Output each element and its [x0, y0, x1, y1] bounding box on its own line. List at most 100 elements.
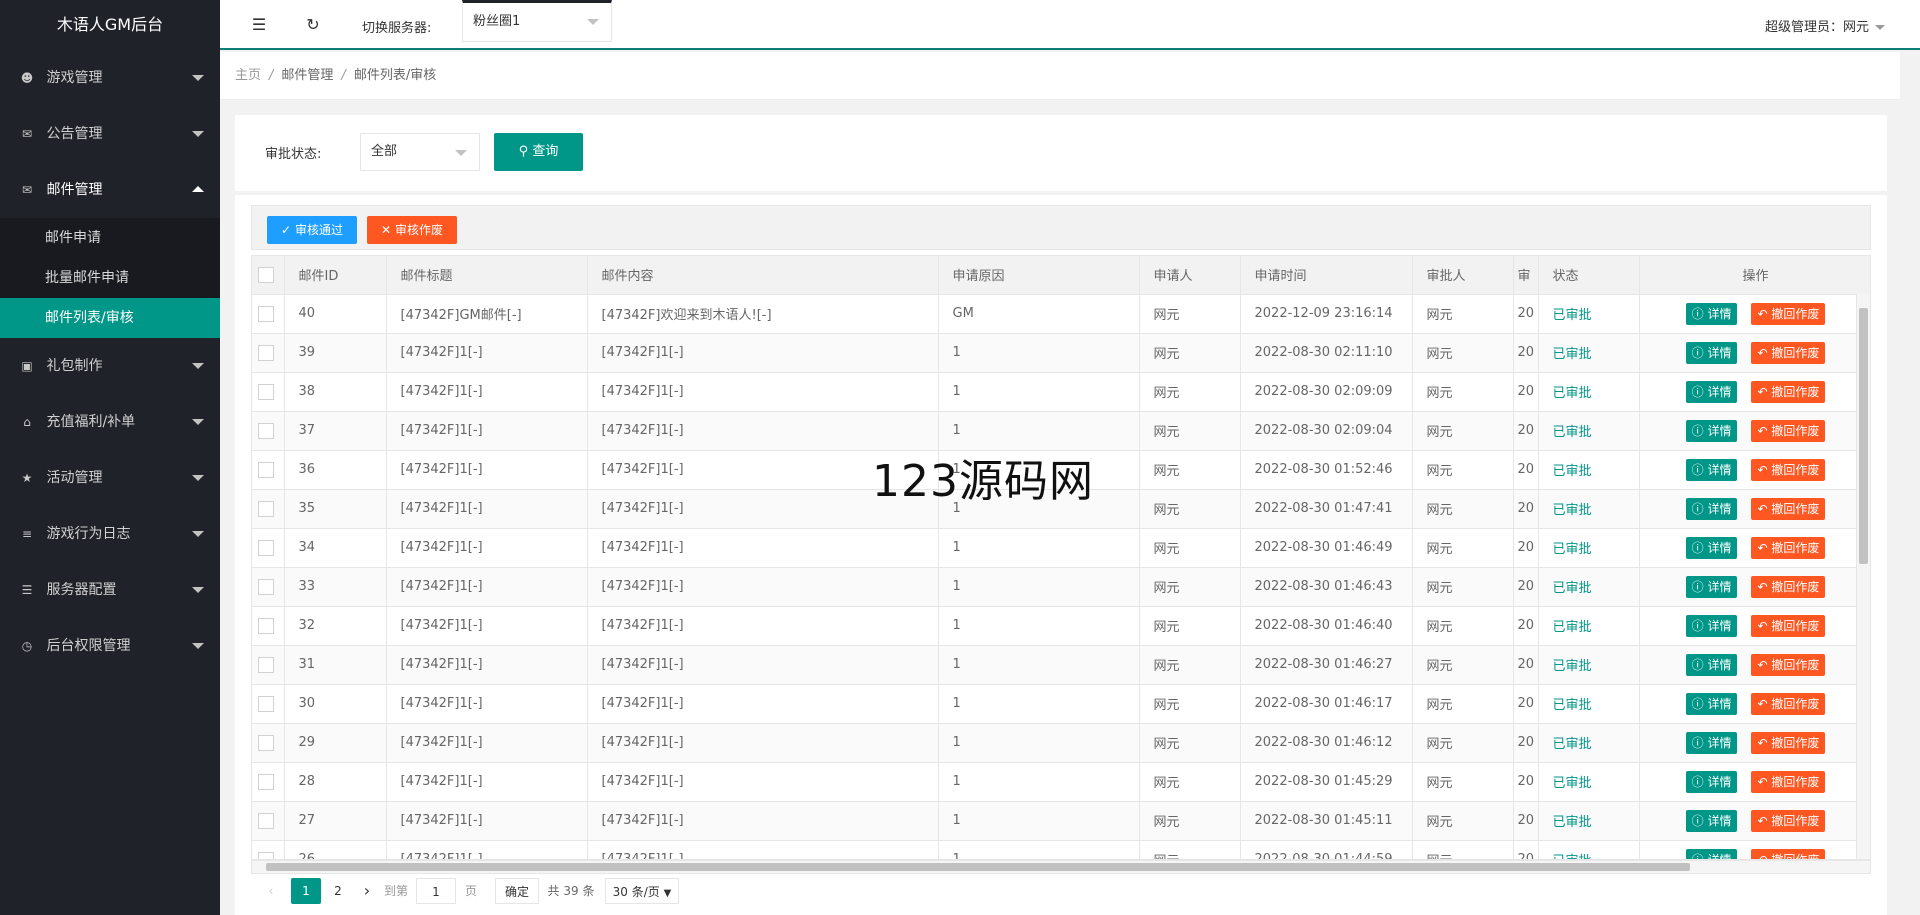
- sidebar-item-permission[interactable]: ◷ 后台权限管理: [0, 618, 220, 674]
- detail-button[interactable]: ⓘ 详情: [1685, 575, 1738, 598]
- prev-page-icon[interactable]: ‹: [261, 878, 281, 904]
- row-checkbox-cell[interactable]: [252, 450, 285, 490]
- undo-void-button[interactable]: ↶ 撤回作废: [1751, 653, 1826, 676]
- detail-button[interactable]: ⓘ 详情: [1685, 614, 1738, 637]
- horizontal-scroll-thumb[interactable]: [266, 863, 1690, 871]
- breadcrumb-home[interactable]: 主页: [235, 68, 261, 83]
- table-row[interactable]: 38 [47342F]1[-] [47342F]1[-] 1 网元 2022-08-30 …: [252, 372, 1870, 412]
- column-header-approver[interactable]: 审批人: [1412, 256, 1514, 295]
- row-checkbox[interactable]: [258, 305, 274, 322]
- row-checkbox[interactable]: [258, 500, 274, 517]
- row-checkbox[interactable]: [258, 656, 274, 673]
- column-header-status[interactable]: 状态: [1538, 256, 1640, 295]
- row-checkbox-cell[interactable]: [252, 411, 285, 451]
- row-checkbox[interactable]: [258, 773, 274, 790]
- undo-void-button[interactable]: ↶ 撤回作废: [1751, 809, 1826, 832]
- approval-status-select[interactable]: 全部: [360, 133, 480, 171]
- undo-void-button[interactable]: ↶ 撤回作废: [1751, 614, 1826, 637]
- table-row[interactable]: 39 [47342F]1[-] [47342F]1[-] 1 网元 2022-08-30 …: [252, 333, 1870, 373]
- row-checkbox[interactable]: [258, 461, 274, 478]
- horizontal-scrollbar[interactable]: [251, 860, 1871, 874]
- undo-void-button[interactable]: ↶ 撤回作废: [1751, 692, 1826, 715]
- select-all-checkbox-cell[interactable]: [252, 256, 285, 295]
- row-checkbox[interactable]: [258, 851, 274, 859]
- detail-button[interactable]: ⓘ 详情: [1685, 497, 1738, 520]
- undo-void-button[interactable]: ↶ 撤回作废: [1751, 536, 1826, 559]
- undo-void-button[interactable]: ↶ 撤回作废: [1751, 302, 1826, 325]
- sidebar-subitem-mail-list[interactable]: 邮件列表/审核: [0, 298, 220, 338]
- table-row[interactable]: 32 [47342F]1[-] [47342F]1[-] 1 网元 2022-08-30 …: [252, 606, 1870, 646]
- row-checkbox-cell[interactable]: [252, 528, 285, 568]
- sidebar-item-behavior-log[interactable]: ≡ 游戏行为日志: [0, 506, 220, 562]
- detail-button[interactable]: ⓘ 详情: [1685, 692, 1738, 715]
- page-2-button[interactable]: 2: [323, 878, 353, 904]
- row-checkbox-cell[interactable]: [252, 840, 285, 859]
- table-row[interactable]: 31 [47342F]1[-] [47342F]1[-] 1 网元 2022-08-30 …: [252, 645, 1870, 685]
- undo-void-button[interactable]: ↶ 撤回作废: [1751, 497, 1826, 520]
- column-header-truncated[interactable]: 审: [1513, 256, 1539, 295]
- page-1-button[interactable]: 1: [291, 878, 321, 904]
- undo-void-button[interactable]: ↶ 撤回作废: [1751, 848, 1826, 859]
- column-header-apply-time[interactable]: 申请时间: [1240, 256, 1413, 295]
- table-row[interactable]: 40 [47342F]GM邮件[-] [47342F]欢迎来到木语人![-] GM 网元…: [252, 294, 1870, 334]
- row-checkbox[interactable]: [258, 578, 274, 595]
- page-size-select[interactable]: 30 条/页 ▼: [605, 878, 679, 904]
- detail-button[interactable]: ⓘ 详情: [1685, 653, 1738, 676]
- detail-button[interactable]: ⓘ 详情: [1685, 731, 1738, 754]
- detail-button[interactable]: ⓘ 详情: [1685, 770, 1738, 793]
- row-checkbox-cell[interactable]: [252, 723, 285, 763]
- detail-button[interactable]: ⓘ 详情: [1685, 848, 1738, 859]
- row-checkbox-cell[interactable]: [252, 333, 285, 373]
- column-header-id[interactable]: 邮件ID: [284, 256, 387, 295]
- undo-void-button[interactable]: ↶ 撤回作废: [1751, 770, 1826, 793]
- row-checkbox[interactable]: [258, 617, 274, 634]
- approve-button[interactable]: ✓ 审核通过: [267, 216, 357, 244]
- sidebar-item-gift[interactable]: ▣ 礼包制作: [0, 338, 220, 394]
- admin-user-menu[interactable]: 超级管理员：网元: [1765, 16, 1885, 35]
- sidebar-item-server-config[interactable]: ☰ 服务器配置: [0, 562, 220, 618]
- column-header-applicant[interactable]: 申请人: [1139, 256, 1241, 295]
- vertical-scrollbar[interactable]: [1856, 294, 1870, 859]
- row-checkbox-cell[interactable]: [252, 294, 285, 334]
- detail-button[interactable]: ⓘ 详情: [1685, 536, 1738, 559]
- server-select[interactable]: 粉丝圈1: [462, 0, 612, 42]
- table-row[interactable]: 28 [47342F]1[-] [47342F]1[-] 1 网元 2022-08-30 …: [252, 762, 1870, 802]
- table-row[interactable]: 34 [47342F]1[-] [47342F]1[-] 1 网元 2022-08-30 …: [252, 528, 1870, 568]
- goto-page-input[interactable]: 1: [416, 878, 456, 904]
- row-checkbox-cell[interactable]: [252, 762, 285, 802]
- detail-button[interactable]: ⓘ 详情: [1685, 809, 1738, 832]
- undo-void-button[interactable]: ↶ 撤回作废: [1751, 731, 1826, 754]
- sidebar-item-recharge[interactable]: ⌂ 充值福利/补单: [0, 394, 220, 450]
- detail-button[interactable]: ⓘ 详情: [1685, 341, 1738, 364]
- sidebar-subitem-batch-mail[interactable]: 批量邮件申请: [0, 258, 220, 298]
- detail-button[interactable]: ⓘ 详情: [1685, 458, 1738, 481]
- row-checkbox-cell[interactable]: [252, 684, 285, 724]
- table-row[interactable]: 27 [47342F]1[-] [47342F]1[-] 1 网元 2022-08-30 …: [252, 801, 1870, 841]
- sidebar-item-game[interactable]: ☻ 游戏管理: [0, 50, 220, 106]
- table-row[interactable]: 33 [47342F]1[-] [47342F]1[-] 1 网元 2022-08-30 …: [252, 567, 1870, 607]
- table-row[interactable]: 29 [47342F]1[-] [47342F]1[-] 1 网元 2022-08-30 …: [252, 723, 1870, 763]
- undo-void-button[interactable]: ↶ 撤回作废: [1751, 380, 1826, 403]
- row-checkbox-cell[interactable]: [252, 567, 285, 607]
- row-checkbox[interactable]: [258, 383, 274, 400]
- detail-button[interactable]: ⓘ 详情: [1685, 380, 1738, 403]
- sidebar-item-mail[interactable]: ✉ 邮件管理: [0, 162, 220, 218]
- undo-void-button[interactable]: ↶ 撤回作废: [1751, 575, 1826, 598]
- goto-confirm-button[interactable]: 确定: [495, 878, 539, 904]
- query-button[interactable]: ⚲ 查询: [494, 133, 583, 171]
- breadcrumb-mail[interactable]: 邮件管理: [281, 68, 333, 83]
- sidebar-item-notice[interactable]: ✉ 公告管理: [0, 106, 220, 162]
- undo-void-button[interactable]: ↶ 撤回作废: [1751, 419, 1826, 442]
- detail-button[interactable]: ⓘ 详情: [1685, 302, 1738, 325]
- row-checkbox-cell[interactable]: [252, 645, 285, 685]
- next-page-icon[interactable]: ›: [357, 878, 377, 904]
- row-checkbox[interactable]: [258, 539, 274, 556]
- sidebar-subitem-mail-apply[interactable]: 邮件申请: [0, 218, 220, 258]
- row-checkbox[interactable]: [258, 344, 274, 361]
- collapse-menu-icon[interactable]: ☰: [248, 14, 270, 36]
- row-checkbox-cell[interactable]: [252, 372, 285, 412]
- table-row[interactable]: 30 [47342F]1[-] [47342F]1[-] 1 网元 2022-08-30 …: [252, 684, 1870, 724]
- row-checkbox[interactable]: [258, 422, 274, 439]
- select-all-checkbox[interactable]: [258, 266, 274, 283]
- row-checkbox[interactable]: [258, 695, 274, 712]
